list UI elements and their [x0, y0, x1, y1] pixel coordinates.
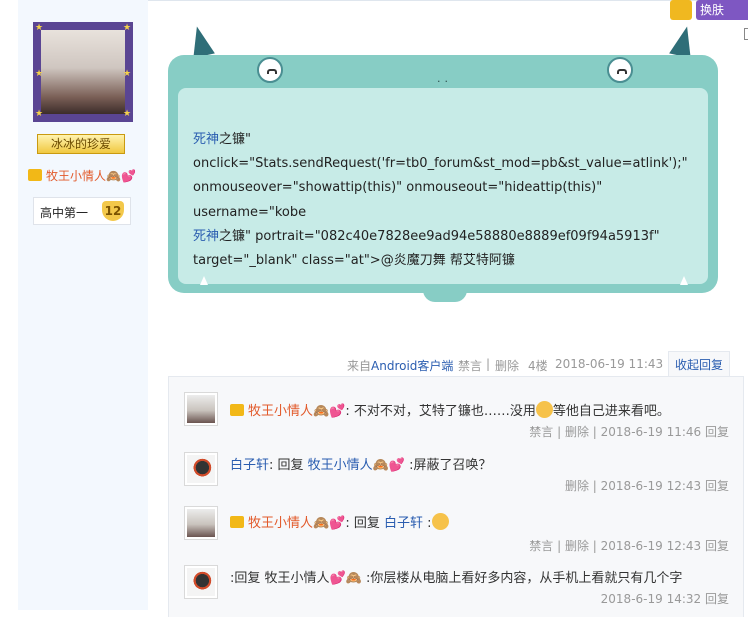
bubble-fang	[200, 276, 208, 285]
delete-link[interactable]: 删除	[495, 357, 519, 374]
comment-text: 等他自己进来看吧。	[552, 404, 670, 419]
comment-username[interactable]: 白子轩	[230, 458, 269, 473]
author-username[interactable]: 牧王小情人🙈💕	[28, 167, 136, 184]
avatar-image	[187, 455, 215, 483]
source-link[interactable]: Android客户端	[371, 359, 453, 373]
post-content: 死神之镰" onclick="Stats.sendRequest('fr=tb0…	[193, 128, 703, 273]
author-avatar[interactable]: ★ ★ ★ ★ ★ ★	[33, 22, 133, 122]
comment-avatar[interactable]	[184, 452, 218, 486]
comment-meta: 禁言 | 删除 | 2018-6-19 12:43 回复	[529, 539, 729, 553]
star-icon: ★	[35, 23, 44, 33]
comment-username[interactable]: 牧王小情人🙈💕	[248, 516, 345, 531]
level-title: 高中第一	[40, 206, 89, 220]
delete-link[interactable]: 删除	[565, 479, 589, 493]
delete-link[interactable]: 删除	[565, 539, 589, 553]
smile-emoji-icon	[535, 401, 553, 418]
comment-time: 2018-6-19 14:32	[600, 592, 702, 606]
star-icon: ★	[35, 69, 44, 79]
ban-link[interactable]: 禁言	[529, 539, 553, 553]
post-text-line: 之镰" portrait="082c40e7828ee9ad94e58880e8…	[219, 228, 660, 244]
bubble-eye-icon	[257, 57, 283, 83]
bubble-nose-icon: ..	[437, 72, 452, 85]
reply-link[interactable]: 回复	[705, 425, 729, 439]
comment-text: : 回复	[269, 458, 308, 473]
level-number: 12	[102, 201, 124, 221]
post-time: 2018-06-19 11:43	[555, 357, 664, 371]
ban-link[interactable]: 禁言	[529, 425, 553, 439]
delete-link[interactable]: 删除	[565, 425, 589, 439]
post-text-line: onmouseover="showattip(this)" onmouseout…	[193, 180, 603, 220]
comment-text: :屏蔽了召唤？	[405, 458, 492, 473]
comment-body: 白子轩: 回复 牧王小情人🙈💕 :屏蔽了召唤？	[230, 454, 492, 473]
floor-number: 4楼	[528, 359, 548, 373]
star-icon: ★	[123, 23, 132, 33]
crown-icon	[230, 404, 244, 416]
comment-time: 2018-6-19 12:43	[600, 479, 702, 493]
star-icon: ★	[35, 109, 44, 119]
post-text-line: onclick="Stats.sendRequest('fr=tb0_forum…	[193, 156, 688, 172]
post-link[interactable]: 死神	[193, 132, 219, 147]
switch-skin[interactable]: 换肤	[668, 0, 748, 22]
comment-meta: 删除 | 2018-6-19 12:43 回复	[564, 479, 729, 493]
star-icon: ★	[123, 109, 132, 119]
post-text-line: target="_blank" class="at">@炎魔刀舞 帮艾特阿镰	[193, 253, 515, 269]
crying-emoji-icon	[431, 513, 449, 530]
bubble-eye-icon	[607, 57, 633, 83]
level-badge[interactable]: 高中第一 12	[33, 197, 131, 225]
comment-meta: 禁言 | 删除 | 2018-6-19 11:46 回复	[529, 425, 729, 439]
bubble-horn	[187, 24, 215, 58]
collapse-reply-button[interactable]: 收起回复	[668, 351, 730, 378]
avatar-image	[187, 568, 215, 596]
reply-target[interactable]: 牧王小情人🙈💕	[308, 458, 405, 473]
crown-icon	[28, 169, 42, 181]
reply-link[interactable]: 回复	[705, 539, 729, 553]
post-text-line: 之镰"	[219, 132, 251, 147]
comment-username[interactable]: 牧王小情人🙈💕	[248, 404, 345, 419]
vip-badge[interactable]: 冰冰的珍爱	[37, 134, 125, 154]
comment-body: 牧王小情人🙈💕: 回复 白子轩 :	[230, 512, 449, 531]
switch-skin-button[interactable]: 换肤	[696, 0, 748, 20]
reply-link[interactable]: 回复	[705, 592, 729, 606]
bubble-mouth	[423, 288, 467, 302]
comment-body: :回复 牧王小情人💕🙈 :你层楼从电脑上看好多内容，从手机上看就只有几个字	[230, 571, 683, 586]
comment-text: :	[423, 516, 432, 531]
comment-body: 牧王小情人🙈💕: 不对不对，艾特了镰也……没用 等他自己进来看吧。	[230, 400, 670, 419]
comment-text: : 不对不对，艾特了镰也……没用	[345, 404, 536, 419]
scroll-handle[interactable]	[744, 28, 748, 40]
separator: |	[486, 357, 491, 371]
reply-link[interactable]: 回复	[705, 479, 729, 493]
comment-time: 2018-6-19 12:43	[600, 539, 702, 553]
comment-meta: 2018-6-19 14:32 回复	[601, 590, 729, 607]
comment-avatar[interactable]	[184, 392, 218, 426]
comment-time: 2018-6-19 11:46	[600, 425, 702, 439]
crown-icon	[670, 0, 692, 20]
comment-avatar[interactable]	[184, 506, 218, 540]
avatar-image: ★ ★ ★ ★ ★ ★	[35, 24, 131, 119]
source-prefix: 来自	[347, 359, 372, 373]
reply-target[interactable]: 白子轩	[384, 516, 423, 531]
post-link[interactable]: 死神	[193, 229, 219, 244]
comment-text: : 回复	[345, 516, 385, 531]
avatar-image	[187, 509, 215, 537]
post-source: 来自Android客户端	[347, 357, 453, 374]
crown-icon	[230, 516, 244, 528]
bubble-fang	[680, 276, 688, 285]
comment-avatar[interactable]	[184, 565, 218, 599]
star-icon: ★	[123, 69, 132, 79]
divider	[148, 0, 748, 1]
bubble-horn	[669, 24, 697, 58]
ban-link[interactable]: 禁言	[458, 357, 482, 374]
avatar-image	[187, 395, 215, 423]
author-name[interactable]: 牧王小情人🙈💕	[46, 169, 136, 183]
